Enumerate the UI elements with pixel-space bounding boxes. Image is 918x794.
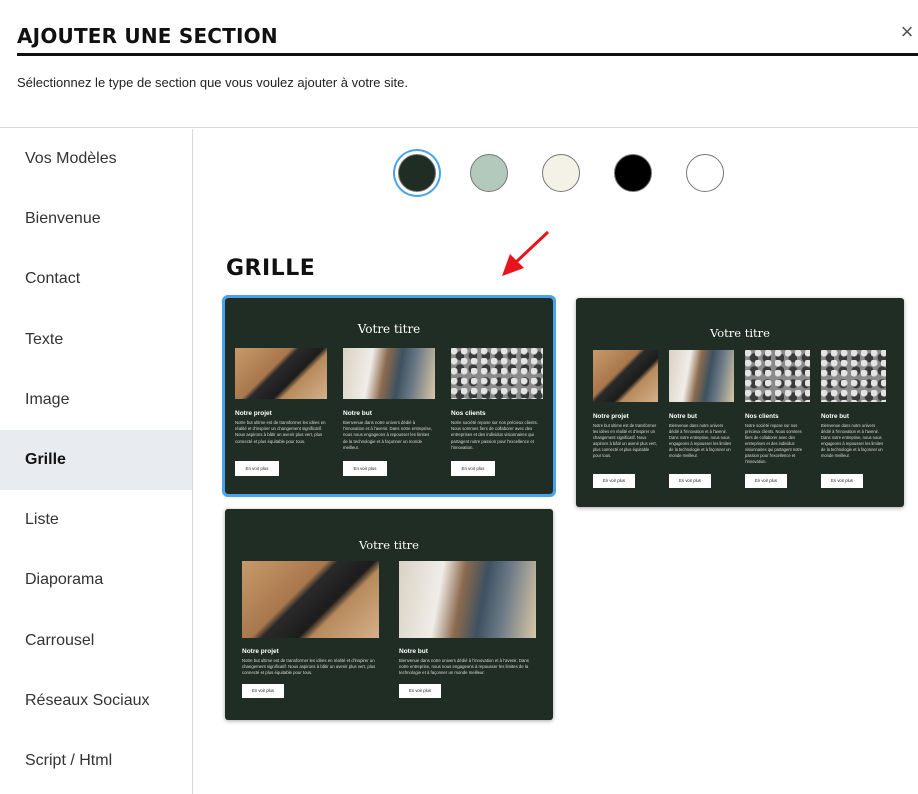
- see-more-button: En voir plus: [669, 474, 711, 488]
- card-column: Notre projet Notre but ultime est de tran…: [235, 348, 327, 494]
- section-type-sidebar: Vos Modèles Bienvenue Contact Texte Imag…: [0, 129, 193, 794]
- column-heading: Nos clients: [745, 413, 779, 420]
- see-more-button: En voir plus: [242, 684, 284, 698]
- card-preview-title: Votre titre: [357, 322, 421, 336]
- sidebar-item-reseaux-sociaux[interactable]: Réseaux Sociaux: [0, 671, 192, 731]
- texture-image: [821, 350, 886, 402]
- card-column: Notre but Bienvenue dans notre univers dé…: [669, 350, 734, 507]
- sidebar-item-grille[interactable]: Grille: [0, 429, 192, 491]
- card-column: Nos clients Notre société repose sur nos …: [451, 348, 543, 494]
- column-text: Notre société repose sur nos précieux cl…: [745, 423, 803, 464]
- close-icon[interactable]: ×: [896, 20, 918, 44]
- see-more-button: En voir plus: [343, 461, 387, 476]
- column-text: Bienvenue dans notre univers dédié à l'i…: [399, 658, 529, 676]
- people-laptop-image: [669, 350, 734, 402]
- card-preview-title: Votre titre: [359, 538, 419, 552]
- column-text: Bienvenue dans notre univers dédié à l'i…: [343, 420, 433, 450]
- texture-image: [451, 348, 543, 399]
- column-heading: Notre projet: [235, 410, 272, 417]
- column-heading: Notre but: [343, 410, 372, 417]
- see-more-button: En voir plus: [745, 474, 787, 488]
- color-swatch-cream[interactable]: [542, 154, 580, 192]
- card-column: Notre but Bienvenue dans notre univers dé…: [821, 350, 886, 507]
- column-text: Notre but ultime est de transformer les …: [242, 658, 376, 676]
- column-text: Notre but ultime est de transformer les …: [235, 420, 326, 444]
- desk-phone-image: [242, 561, 379, 638]
- desk-phone-image: [593, 350, 658, 402]
- texture-image: [745, 350, 810, 402]
- red-arrow-annotation-icon: [502, 230, 550, 276]
- sidebar-item-script-html[interactable]: Script / Html: [0, 731, 192, 791]
- column-heading: Notre but: [821, 413, 849, 420]
- sidebar-item-texte[interactable]: Texte: [0, 310, 192, 370]
- dialog-subtitle: Sélectionnez le type de section que vous…: [17, 75, 408, 90]
- desk-phone-image: [235, 348, 327, 399]
- color-swatch-picker: [398, 154, 724, 192]
- column-heading: Notre but: [399, 648, 428, 655]
- column-text: Bienvenue dans notre univers dédié à l'i…: [821, 423, 884, 458]
- color-swatch-white[interactable]: [686, 154, 724, 192]
- card-preview-title: Votre titre: [710, 326, 770, 340]
- card-column: Notre but Bienvenue dans notre univers dé…: [399, 561, 536, 720]
- grid-template-card-1[interactable]: Votre titre Notre projet Notre but ultime …: [222, 295, 556, 497]
- sidebar-item-carrousel[interactable]: Carrousel: [0, 611, 192, 671]
- see-more-button: En voir plus: [821, 474, 863, 488]
- color-swatch-dark-green[interactable]: [398, 154, 436, 192]
- dialog-header: AJOUTER UNE SECTION × Sélectionnez le ty…: [0, 0, 918, 128]
- sidebar-item-bienvenue[interactable]: Bienvenue: [0, 189, 192, 249]
- grid-template-card-3[interactable]: Votre titre Notre projet Notre but ultime …: [225, 509, 553, 720]
- dialog-title: AJOUTER UNE SECTION: [17, 24, 278, 48]
- color-swatch-black[interactable]: [614, 154, 652, 192]
- sidebar-item-image[interactable]: Image: [0, 370, 192, 430]
- card-column: Notre projet Notre but ultime est de tran…: [593, 350, 658, 507]
- sidebar-item-contact[interactable]: Contact: [0, 249, 192, 309]
- card-column: Notre but Bienvenue dans notre univers dé…: [343, 348, 435, 494]
- column-heading: Notre but: [669, 413, 697, 420]
- people-laptop-image: [343, 348, 435, 399]
- column-heading: Notre projet: [242, 648, 279, 655]
- column-text: Notre société repose sur nos précieux cl…: [451, 420, 538, 450]
- grid-template-card-2[interactable]: Votre titre Notre projet Notre but ultime …: [576, 298, 904, 507]
- see-more-button: En voir plus: [399, 684, 441, 698]
- column-heading: Notre projet: [593, 413, 629, 420]
- column-heading: Nos clients: [451, 410, 486, 417]
- people-laptop-image: [399, 561, 536, 638]
- sidebar-item-diaporama[interactable]: Diaporama: [0, 550, 192, 610]
- column-text: Bienvenue dans notre univers dédié à l'i…: [669, 423, 732, 458]
- card-column: Nos clients Notre société repose sur nos …: [745, 350, 810, 507]
- see-more-button: En voir plus: [451, 461, 495, 476]
- color-swatch-sage[interactable]: [470, 154, 508, 192]
- sidebar-item-liste[interactable]: Liste: [0, 490, 192, 550]
- card-column: Notre projet Notre but ultime est de tran…: [242, 561, 379, 720]
- see-more-button: En voir plus: [593, 474, 635, 488]
- sidebar-item-vos-modeles[interactable]: Vos Modèles: [0, 129, 192, 189]
- see-more-button: En voir plus: [235, 461, 279, 476]
- column-text: Notre but ultime est de transformer les …: [593, 423, 657, 458]
- section-title: GRILLE: [226, 256, 316, 281]
- title-divider: [17, 53, 918, 56]
